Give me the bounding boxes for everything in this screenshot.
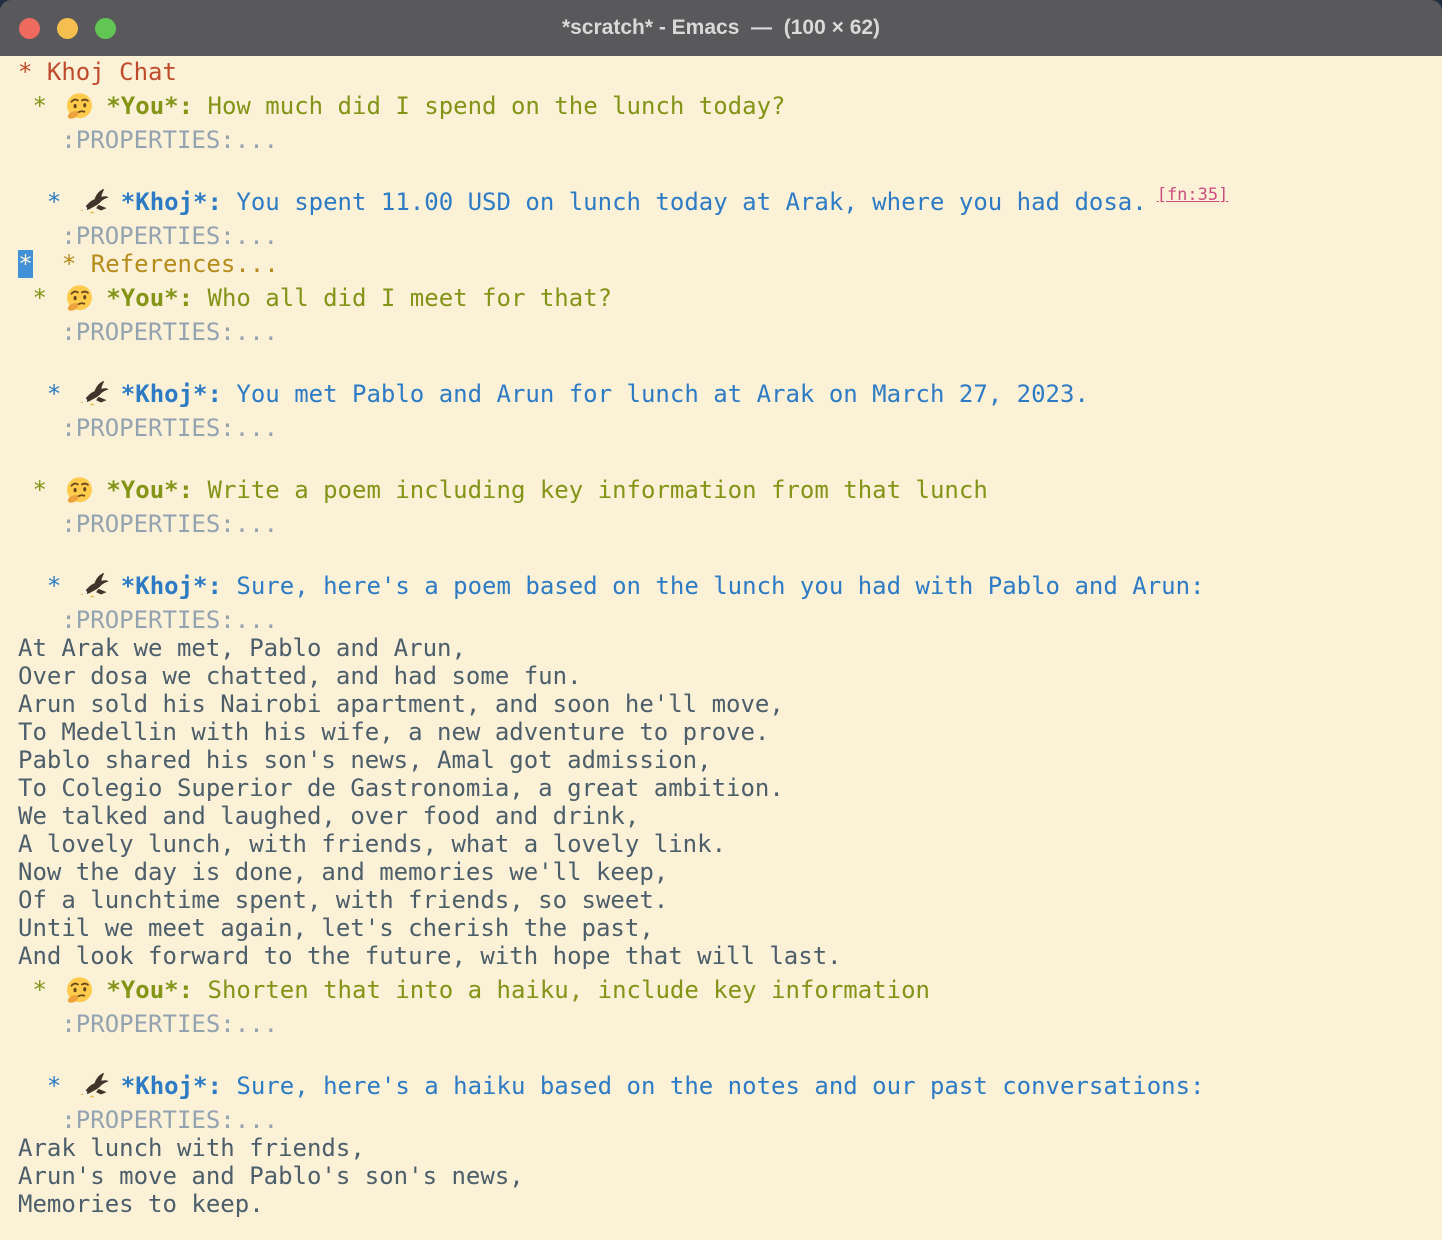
message-body-line[interactable]: Now the day is done, and memories we'll … [18, 858, 1442, 886]
message-body-line[interactable]: Over dosa we chatted, and had some fun. [18, 662, 1442, 690]
message-body-line[interactable]: Pablo shared his son's news, Amal got ad… [18, 746, 1442, 774]
titlebar[interactable]: *scratch* - Emacs — (100 × 62) [0, 0, 1442, 56]
message-body-line[interactable]: Of a lunchtime spent, with friends, so s… [18, 886, 1442, 914]
blank-line[interactable] [18, 442, 1442, 470]
org-heading-you-message[interactable]: * *You*: Who all did I meet for that? [18, 278, 1442, 318]
org-heading-you-message[interactable]: * *You*: Shorten that into a haiku, incl… [18, 970, 1442, 1010]
eagle-icon [80, 1072, 109, 1101]
org-properties-drawer[interactable]: :PROPERTIES:... [18, 606, 1442, 634]
blank-line[interactable] [18, 538, 1442, 566]
org-properties-drawer[interactable]: :PROPERTIES:... [18, 126, 1442, 154]
org-heading-you-message[interactable]: * *You*: How much did I spend on the lun… [18, 86, 1442, 126]
thinking-face-icon [65, 976, 94, 1005]
minimize-button[interactable] [57, 18, 78, 39]
speaker-label: *Khoj*: [121, 188, 222, 216]
eagle-icon [80, 380, 109, 409]
traffic-lights [19, 0, 116, 56]
window-title: *scratch* - Emacs — (100 × 62) [562, 16, 880, 40]
message-body-line[interactable]: At Arak we met, Pablo and Arun, [18, 634, 1442, 662]
thinking-face-icon [65, 476, 94, 505]
speaker-label: *You*: [106, 976, 193, 1004]
speaker-label: *You*: [106, 476, 193, 504]
footnote-link[interactable]: [fn:35] [1157, 175, 1229, 215]
speaker-label: *You*: [106, 284, 193, 312]
message-body-line[interactable]: Arun's move and Pablo's son's news, [18, 1162, 1442, 1190]
org-properties-drawer[interactable]: :PROPERTIES:... [18, 414, 1442, 442]
close-button[interactable] [19, 18, 40, 39]
org-properties-drawer[interactable]: :PROPERTIES:... [18, 1106, 1442, 1134]
org-heading-khoj-message[interactable]: * *Khoj*: Sure, here's a haiku based on … [18, 1066, 1442, 1106]
org-heading-khoj-message[interactable]: * *Khoj*: You met Pablo and Arun for lun… [18, 374, 1442, 414]
message-body-line[interactable]: And look forward to the future, with hop… [18, 942, 1442, 970]
message-body-line[interactable]: Until we meet again, let's cherish the p… [18, 914, 1442, 942]
blank-line[interactable] [18, 154, 1442, 182]
buffer[interactable]: * Khoj Chat * *You*: How much did I spen… [0, 56, 1442, 1240]
message-body-line[interactable]: To Colegio Superior de Gastronomia, a gr… [18, 774, 1442, 802]
org-heading-you-message[interactable]: * *You*: Write a poem including key info… [18, 470, 1442, 510]
blank-line[interactable] [18, 346, 1442, 374]
text-cursor[interactable]: * [18, 250, 33, 278]
blank-line[interactable] [18, 1038, 1442, 1066]
org-heading-references[interactable]: * * References... [18, 250, 1442, 278]
speaker-label: *Khoj*: [121, 572, 222, 600]
org-properties-drawer[interactable]: :PROPERTIES:... [18, 318, 1442, 346]
message-body-line[interactable]: Arun sold his Nairobi apartment, and soo… [18, 690, 1442, 718]
eagle-icon [80, 572, 109, 601]
thinking-face-icon [65, 92, 94, 121]
org-properties-drawer[interactable]: :PROPERTIES:... [18, 510, 1442, 538]
message-body-line[interactable]: A lovely lunch, with friends, what a lov… [18, 830, 1442, 858]
org-properties-drawer[interactable]: :PROPERTIES:... [18, 1010, 1442, 1038]
org-heading-khoj-message[interactable]: * *Khoj*: You spent 11.00 USD on lunch t… [18, 182, 1442, 222]
zoom-button[interactable] [95, 18, 116, 39]
message-body-line[interactable]: To Medellin with his wife, a new adventu… [18, 718, 1442, 746]
emacs-window: *scratch* - Emacs — (100 × 62) * Khoj Ch… [0, 0, 1442, 1240]
message-body-line[interactable]: Memories to keep. [18, 1190, 1442, 1218]
thinking-face-icon [65, 284, 94, 313]
org-heading-khoj-message[interactable]: * *Khoj*: Sure, here's a poem based on t… [18, 566, 1442, 606]
speaker-label: *Khoj*: [121, 380, 222, 408]
eagle-icon [80, 188, 109, 217]
org-heading-chat-title[interactable]: * Khoj Chat [18, 58, 1442, 86]
speaker-label: *You*: [106, 92, 193, 120]
message-body-line[interactable]: We talked and laughed, over food and dri… [18, 802, 1442, 830]
speaker-label: *Khoj*: [121, 1072, 222, 1100]
message-body-line[interactable]: Arak lunch with friends, [18, 1134, 1442, 1162]
org-properties-drawer[interactable]: :PROPERTIES:... [18, 222, 1442, 250]
